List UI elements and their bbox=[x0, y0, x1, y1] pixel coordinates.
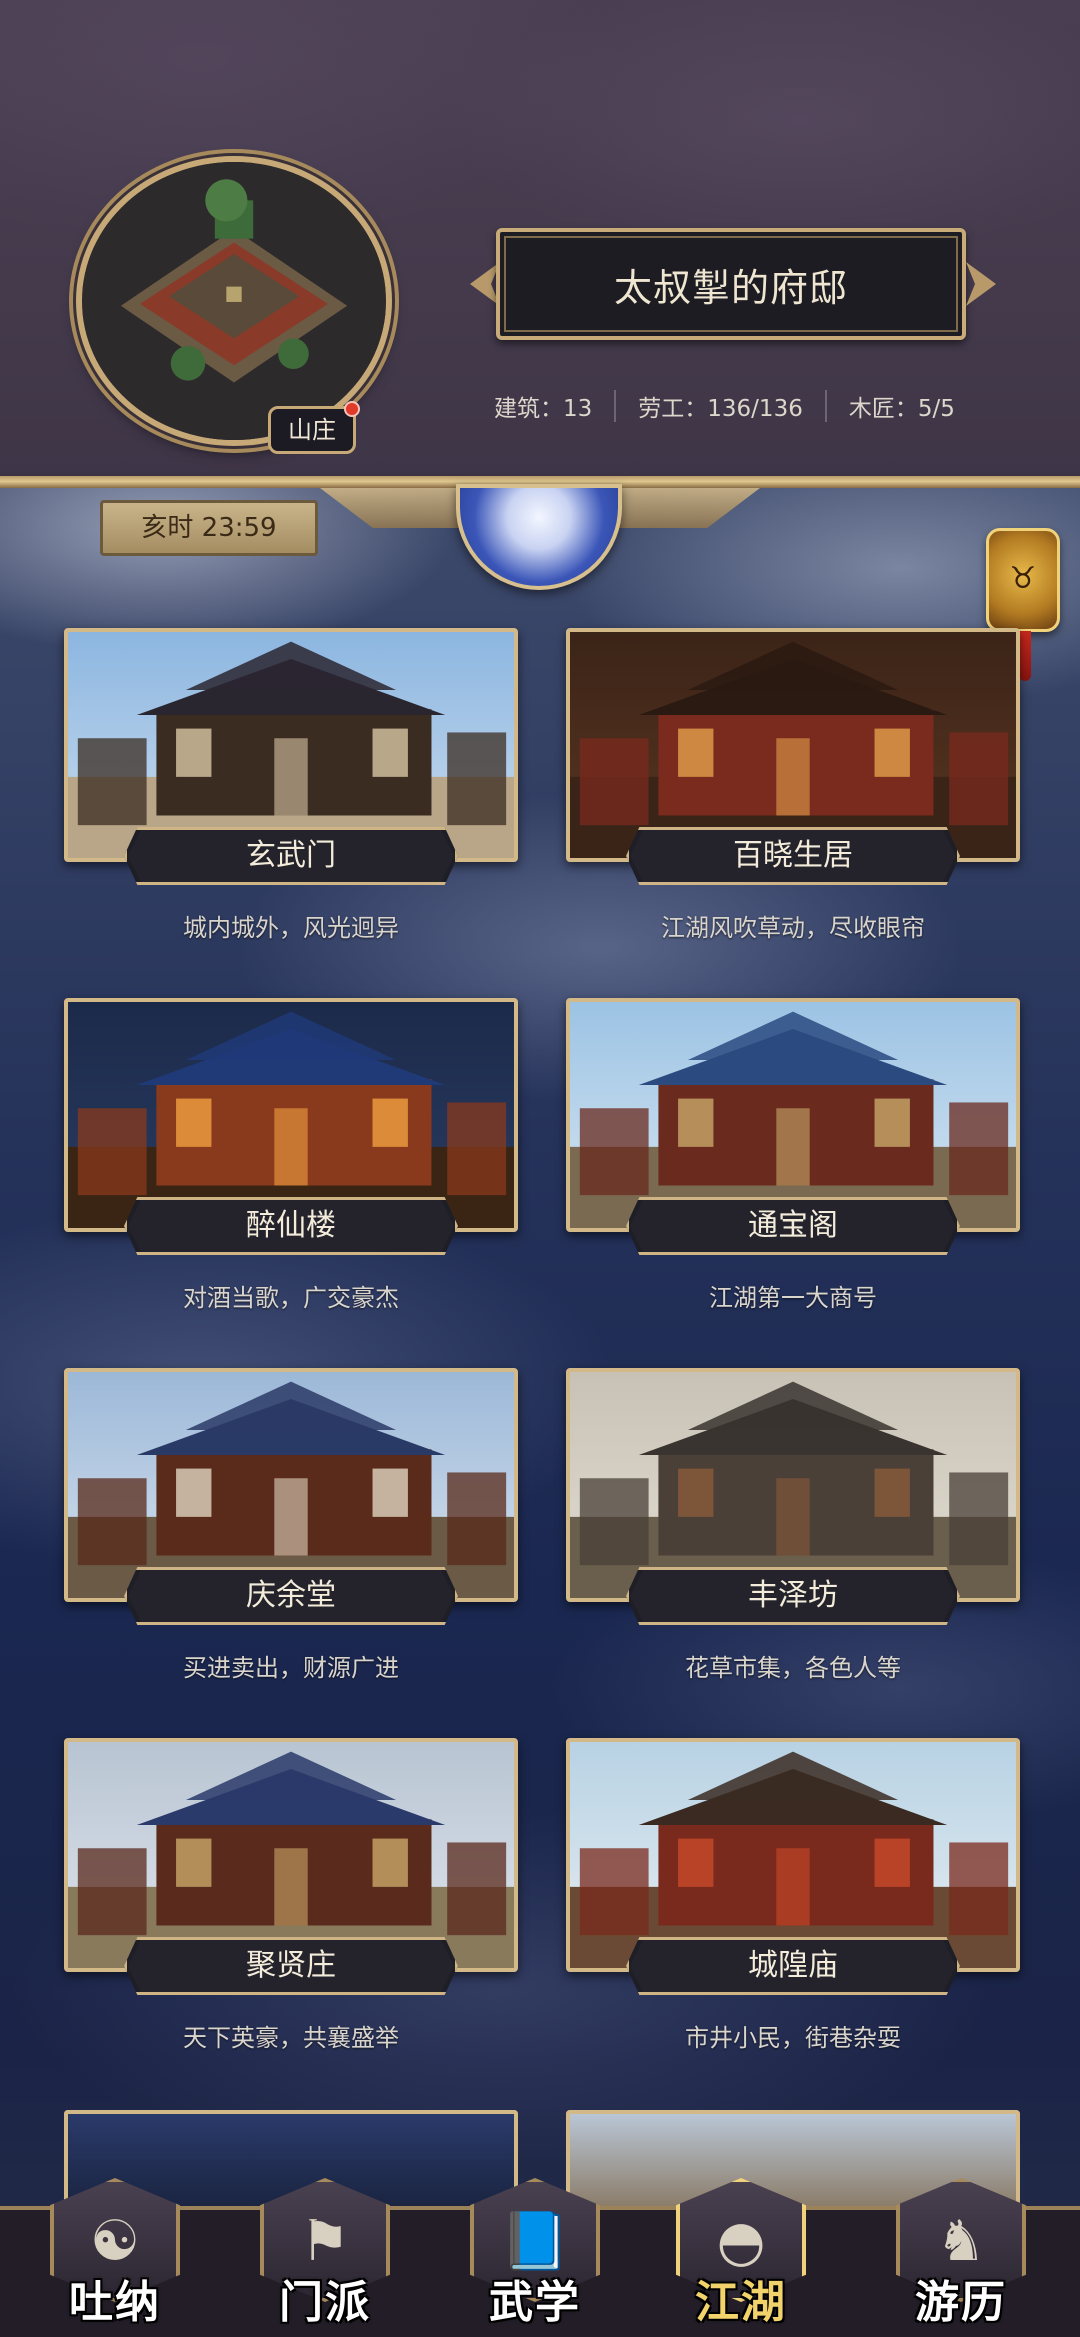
location-illustration bbox=[68, 1742, 514, 1968]
location-illustration bbox=[570, 632, 1016, 858]
location-name[interactable]: 醉仙楼 bbox=[128, 1200, 454, 1252]
location-description: 对酒当歌，广交豪杰 bbox=[183, 1284, 399, 1312]
nav-label: 武学 bbox=[489, 2277, 581, 2328]
location-description: 市井小民，街巷杂耍 bbox=[685, 2024, 901, 2052]
game-time-badge: 亥时 23:59 bbox=[100, 500, 318, 556]
location-card[interactable]: 聚贤庄 天下英豪，共襄盛举 bbox=[64, 1738, 518, 2058]
location-name[interactable]: 玄武门 bbox=[128, 830, 454, 882]
location-image[interactable] bbox=[566, 1738, 1020, 1972]
location-illustration bbox=[570, 1742, 1016, 1968]
location-description: 花草市集，各色人等 bbox=[685, 1654, 901, 1682]
location-description: 买进卖出，财源广进 bbox=[183, 1654, 399, 1682]
nav-label: 吐纳 bbox=[69, 2277, 161, 2328]
location-image[interactable] bbox=[566, 1368, 1020, 1602]
nav-item-menpai[interactable]: ⚑ 门派 bbox=[250, 2178, 400, 2333]
location-illustration bbox=[570, 1372, 1016, 1598]
notification-dot bbox=[344, 401, 360, 417]
nav-item-youli[interactable]: ♞ 游历 bbox=[886, 2178, 1036, 2333]
lantern-tassel bbox=[1019, 631, 1031, 681]
nav-item-jianghu[interactable]: ◓ 江湖 bbox=[666, 2178, 816, 2333]
manor-medallion[interactable] bbox=[76, 156, 392, 446]
location-description: 城内城外，风光迥异 bbox=[183, 914, 399, 942]
manor-title-plate: 太叔掣的府邸 bbox=[496, 228, 966, 340]
location-card[interactable]: 醉仙楼 对酒当歌，广交豪杰 bbox=[64, 998, 518, 1318]
location-name[interactable]: 城隍庙 bbox=[630, 1940, 956, 1992]
nav-label: 江湖 bbox=[695, 2277, 787, 2328]
location-card[interactable]: 庆余堂 买进卖出，财源广进 bbox=[64, 1368, 518, 1688]
manor-label[interactable]: 山庄 bbox=[268, 406, 356, 454]
location-description: 江湖风吹草动，尽收眼帘 bbox=[661, 914, 925, 942]
location-name[interactable]: 通宝阁 bbox=[630, 1200, 956, 1252]
location-name[interactable]: 百晓生居 bbox=[630, 830, 956, 882]
location-illustration bbox=[68, 1002, 514, 1228]
manor-title: 太叔掣的府邸 bbox=[613, 265, 848, 310]
location-card[interactable]: 通宝阁 江湖第一大商号 bbox=[566, 998, 1020, 1318]
location-name[interactable]: 庆余堂 bbox=[128, 1570, 454, 1622]
ox-lantern-icon[interactable]: ♉ bbox=[986, 528, 1060, 681]
manor-stats: 建筑：13 劳工：136/136 木匠：5/5 bbox=[490, 386, 1010, 426]
location-image[interactable] bbox=[566, 628, 1020, 862]
location-description: 天下英豪，共襄盛举 bbox=[183, 2024, 399, 2052]
nav-item-tuna[interactable]: ☯ 吐纳 bbox=[40, 2178, 190, 2333]
location-image[interactable] bbox=[64, 1738, 518, 1972]
location-card[interactable]: 城隍庙 市井小民，街巷杂耍 bbox=[566, 1738, 1020, 2058]
location-card[interactable]: 百晓生居 江湖风吹草动，尽收眼帘 bbox=[566, 628, 1020, 948]
nav-label: 游历 bbox=[915, 2277, 1007, 2328]
stat-laborers: 劳工：136/136 bbox=[638, 396, 803, 422]
location-card[interactable]: 丰泽坊 花草市集，各色人等 bbox=[566, 1368, 1020, 1688]
nav-label: 门派 bbox=[279, 2277, 371, 2328]
ox-icon: ♉ bbox=[1009, 561, 1037, 596]
location-description: 江湖第一大商号 bbox=[709, 1284, 877, 1312]
location-illustration bbox=[68, 632, 514, 858]
stat-buildings: 建筑：13 bbox=[494, 396, 593, 422]
stat-carpenters: 木匠：5/5 bbox=[848, 396, 955, 422]
location-image[interactable] bbox=[64, 628, 518, 862]
location-image[interactable] bbox=[64, 1368, 518, 1602]
location-image[interactable] bbox=[64, 998, 518, 1232]
manor-illustration bbox=[82, 162, 386, 440]
location-card[interactable]: 玄武门 城内城外，风光迥异 bbox=[64, 628, 518, 948]
location-illustration bbox=[570, 1002, 1016, 1228]
location-name[interactable]: 聚贤庄 bbox=[128, 1940, 454, 1992]
location-image[interactable] bbox=[566, 998, 1020, 1232]
nav-item-wuxue[interactable]: 📘 武学 bbox=[460, 2178, 610, 2333]
location-illustration bbox=[68, 1372, 514, 1598]
location-name[interactable]: 丰泽坊 bbox=[630, 1570, 956, 1622]
